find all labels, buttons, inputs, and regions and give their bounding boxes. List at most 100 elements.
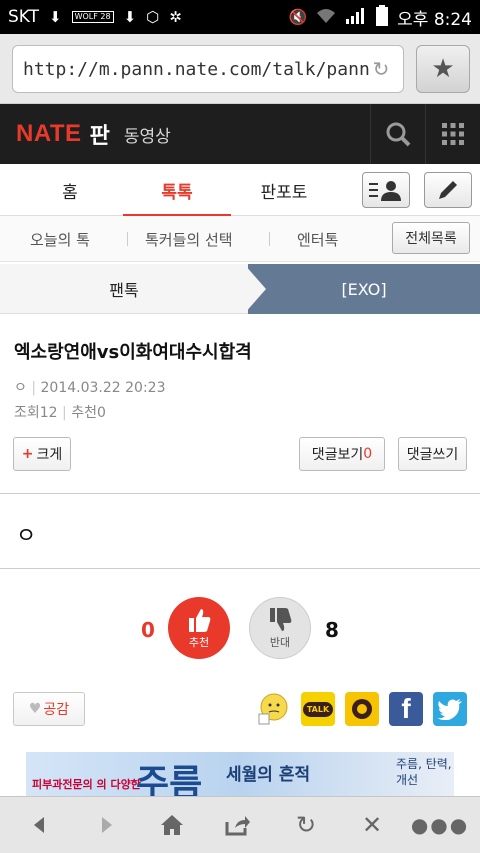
battery-icon (375, 4, 389, 30)
plus-icon: + (21, 446, 34, 462)
ad-tagline: 주름, 탄력, 개선 (396, 757, 452, 787)
empathy-label: 공감 (43, 702, 70, 718)
status-bar: SKT ⬇ WOLF 28 ⬇ ⬡ ✲ 🔇 오후 8:24 (0, 0, 480, 34)
kakaotalk-icon: TALK (302, 701, 334, 717)
wolf-app-icon: WOLF 28 (71, 11, 114, 23)
subtab-today-talk[interactable]: 오늘의 톡 (30, 216, 90, 262)
ad-subline: 세월의 흔적 (226, 765, 311, 785)
search-icon (386, 122, 411, 147)
ad-headline: 주름 (136, 763, 203, 800)
divider (0, 568, 480, 569)
clock: 오후 8:24 (397, 9, 472, 30)
forward-button[interactable] (86, 809, 126, 841)
recommend-label: 추천 (188, 636, 210, 649)
divider (269, 232, 270, 246)
breadcrumb: 팬톡 [EXO] (0, 264, 480, 314)
refresh-button[interactable]: ↻ (286, 809, 326, 841)
home-button[interactable] (152, 809, 192, 841)
enlarge-text-button[interactable]: + 크게 (13, 437, 71, 471)
recommend-count-display: 0 (141, 618, 155, 642)
divider (127, 232, 128, 246)
my-page-button[interactable] (362, 172, 410, 208)
twitter-share-button[interactable] (433, 692, 467, 726)
thinking-emoji-icon (258, 693, 288, 725)
post-meta-author-date: ㅇ | 2014.03.22 20:23 (14, 380, 166, 396)
reload-icon[interactable]: ↻ (369, 57, 393, 81)
more-dots-icon: ●●● (410, 813, 470, 837)
brightness-icon: ✲ (169, 7, 182, 26)
nate-logo[interactable]: NATE (16, 120, 82, 148)
main-tabs: 홈 톡톡 판포토 (0, 164, 480, 217)
share-button[interactable] (218, 809, 258, 841)
tab-home[interactable]: 홈 (22, 164, 118, 216)
wifi-icon (315, 7, 337, 28)
share-icon (225, 816, 250, 836)
download-icon: ⬇ (123, 7, 137, 26)
recommend-button[interactable]: 추천 (168, 597, 230, 659)
video-link[interactable]: 동영상 (124, 122, 171, 147)
browser-url-bar: http://m.pann.nate.com/talk/pann/321 ↻ ★ (0, 34, 480, 104)
oppose-button[interactable]: 반대 (249, 597, 311, 659)
oppose-count-display: 8 (325, 618, 339, 642)
user-list-icon (369, 181, 401, 201)
search-button[interactable] (370, 104, 426, 164)
bookmark-button[interactable]: ★ (416, 45, 470, 93)
post-author: ㅇ (14, 380, 27, 396)
ad-small-text: 피부과전문의 의 다양한 (32, 778, 141, 791)
back-button[interactable] (20, 809, 60, 841)
views-count: 12 (39, 405, 58, 421)
post-body: ㅇ (16, 524, 37, 549)
breadcrumb-exo[interactable]: [EXO] (248, 264, 480, 314)
heart-icon: ♥ (28, 701, 42, 717)
tab-talk[interactable]: 톡톡 (123, 164, 231, 217)
refresh-icon: ↻ (295, 811, 317, 839)
browser-bottom-nav: ↻ ✕ ●●● (0, 796, 480, 853)
carrier-label: SKT (8, 7, 40, 27)
facebook-share-button[interactable]: f (389, 692, 423, 726)
menu-grid-button[interactable] (426, 104, 480, 164)
back-arrow-icon (34, 817, 44, 833)
subtab-entertain[interactable]: 엔터톡 (297, 216, 338, 262)
empathy-button[interactable]: ♥ 공감 (13, 692, 85, 726)
comment-count: 0 (363, 446, 373, 462)
star-icon: ★ (431, 54, 455, 84)
write-comment-button[interactable]: 댓글쓰기 (398, 437, 467, 471)
grid-icon (442, 123, 464, 145)
ad-banner[interactable]: 피부과전문의 의 다양한 주름 세월의 흔적 주름, 탄력, 개선 (0, 752, 480, 800)
post-title: 엑소랑연애vs이화여대수시합격 (14, 342, 252, 363)
tab-pann-photo[interactable]: 판포토 (236, 164, 332, 216)
forward-arrow-icon (102, 817, 112, 833)
url-field[interactable]: http://m.pann.nate.com/talk/pann/321 ↻ (12, 45, 404, 93)
kakaotalk-share-button[interactable]: TALK (301, 692, 335, 726)
close-icon: ✕ (361, 811, 383, 839)
close-button[interactable]: ✕ (352, 809, 392, 841)
thumbs-down-icon (270, 608, 292, 631)
view-comments-label: 댓글보기 (311, 447, 364, 463)
home-icon (161, 815, 183, 835)
emoticon-button[interactable] (256, 692, 290, 726)
recommend-count: 0 (96, 405, 106, 421)
signal-icon (345, 7, 367, 28)
divider (0, 493, 480, 494)
kakaostory-share-button[interactable] (345, 692, 379, 726)
write-button[interactable] (424, 172, 472, 208)
exo-logo-icon: ⬡ (146, 7, 160, 26)
post-meta-stats: 조회12 | 추천0 (14, 405, 106, 421)
pann-logo[interactable]: 판 (90, 118, 110, 150)
thumbs-up-icon (189, 609, 211, 632)
facebook-icon: f (401, 693, 411, 724)
oppose-label: 반대 (269, 636, 291, 649)
view-comments-button[interactable]: 댓글보기 0 (299, 437, 385, 471)
url-text[interactable]: http://m.pann.nate.com/talk/pann/321 (23, 59, 369, 80)
breadcrumb-fan-talk[interactable]: 팬톡 (0, 264, 248, 314)
recommend-label: 추천 (71, 405, 97, 421)
ad-image[interactable]: 피부과전문의 의 다양한 주름 세월의 흔적 주름, 탄력, 개선 (26, 752, 454, 800)
more-menu-button[interactable]: ●●● (411, 809, 467, 841)
sub-tabs: 오늘의 톡 톡커들의 선택 엔터톡 전체목록 (0, 216, 480, 262)
all-list-button[interactable]: 전체목록 (392, 222, 470, 254)
kakaostory-icon (352, 699, 372, 719)
post-date: 2014.03.22 20:23 (40, 380, 166, 396)
subtab-talker-choice[interactable]: 톡커들의 선택 (145, 216, 233, 262)
pencil-icon (439, 181, 457, 199)
enlarge-label: 크게 (36, 447, 63, 463)
